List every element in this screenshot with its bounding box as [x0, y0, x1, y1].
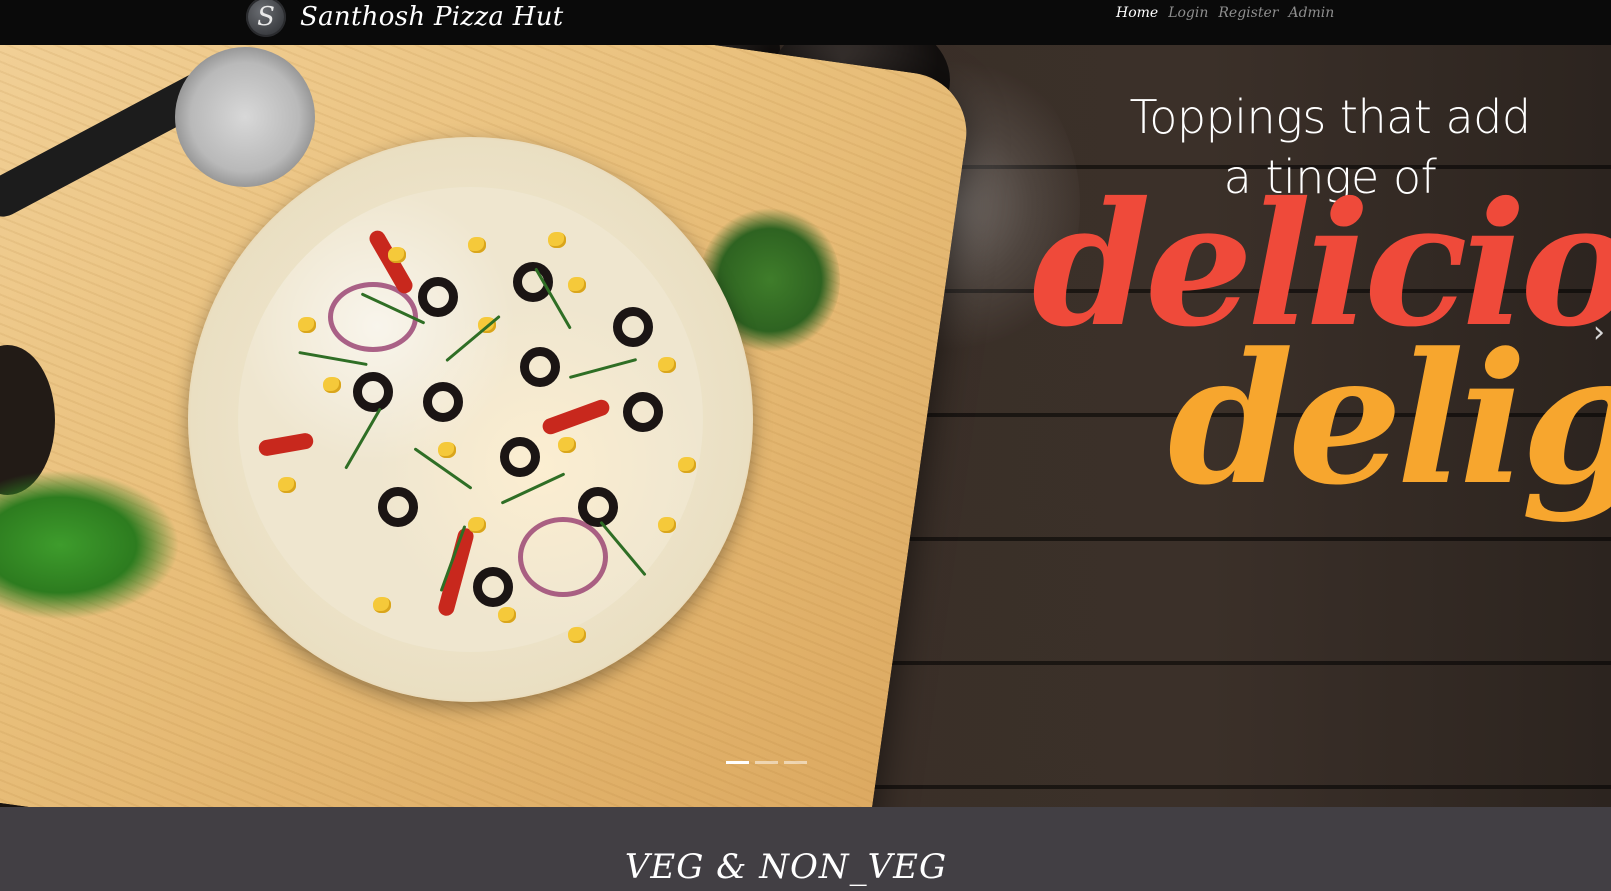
olive-topping: [378, 487, 418, 527]
brand-name[interactable]: Santhosh Pizza Hut: [300, 4, 564, 30]
pepper-topping: [540, 397, 612, 437]
corn-topping: [548, 232, 566, 248]
carousel-indicator-2[interactable]: [755, 761, 778, 764]
corn-topping: [388, 247, 406, 263]
herb-topping: [298, 350, 368, 367]
corn-topping: [278, 477, 296, 493]
carousel-indicator-1[interactable]: [726, 761, 749, 764]
olive-topping: [500, 437, 540, 477]
corn-topping: [438, 442, 456, 458]
corn-topping: [678, 457, 696, 473]
parsley: [0, 470, 180, 620]
headline-line-1: Toppings that add: [1129, 90, 1531, 144]
olive-topping: [423, 382, 463, 422]
olive-topping: [418, 277, 458, 317]
corn-topping: [498, 607, 516, 623]
nav-link-register[interactable]: Register: [1218, 5, 1278, 21]
logo-icon: S: [246, 0, 286, 37]
pizza-image: [188, 137, 753, 702]
corn-topping: [658, 357, 676, 373]
nav-link-admin[interactable]: Admin: [1288, 5, 1334, 21]
nav-link-login[interactable]: Login: [1168, 5, 1208, 21]
corn-topping: [568, 627, 586, 643]
olive-topping: [520, 347, 560, 387]
olive-topping: [578, 487, 618, 527]
olive-topping: [513, 262, 553, 302]
olive-topping: [613, 307, 653, 347]
herb-topping: [344, 407, 382, 470]
herb-topping: [445, 314, 501, 363]
carousel-next-icon[interactable]: ›: [1593, 313, 1611, 353]
pizza-cheese: [238, 187, 703, 652]
olive-topping: [353, 372, 393, 412]
brand[interactable]: S Santhosh Pizza Hut: [246, 0, 564, 39]
headline-delight: delight: [1168, 314, 1611, 525]
hero-carousel: Toppings that add a tinge of delicious d…: [0, 45, 1611, 807]
section-title: VEG & NON_VEG: [624, 847, 948, 887]
corn-topping: [558, 437, 576, 453]
corn-topping: [373, 597, 391, 613]
onion-topping: [518, 517, 608, 597]
pizza-cutter-icon: [175, 47, 315, 187]
corn-topping: [568, 277, 586, 293]
olive-topping: [473, 567, 513, 607]
corn-topping: [468, 237, 486, 253]
nav-link-home[interactable]: Home: [1116, 5, 1158, 21]
carousel-indicators: [726, 761, 807, 764]
carousel-indicator-3[interactable]: [784, 761, 807, 764]
olive-topping: [623, 392, 663, 432]
corn-topping: [658, 517, 676, 533]
pepper-topping: [257, 431, 315, 458]
pepper-topping: [436, 526, 476, 618]
nav-links: Home Login Register Admin: [1116, 5, 1334, 21]
herb-topping: [568, 357, 638, 380]
corn-topping: [323, 377, 341, 393]
corn-topping: [468, 517, 486, 533]
corn-topping: [298, 317, 316, 333]
menu-section: VEG & NON_VEG: [0, 807, 1611, 891]
herb-topping: [500, 472, 566, 505]
navbar: S Santhosh Pizza Hut Home Login Register…: [0, 0, 1611, 45]
